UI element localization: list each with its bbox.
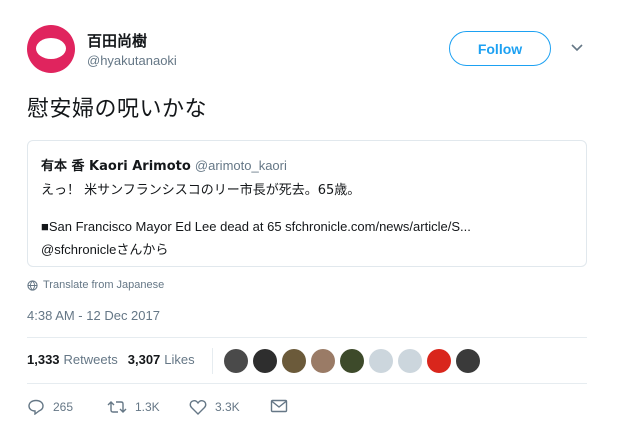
direct-message-button[interactable]: [270, 399, 288, 413]
author-avatar[interactable]: [27, 25, 75, 73]
liker-avatar-6[interactable]: [369, 349, 393, 373]
liker-avatar-8[interactable]: [427, 349, 451, 373]
divider: [27, 337, 587, 338]
translate-label: Translate from Japanese: [43, 279, 165, 291]
heart-icon: [189, 400, 207, 415]
translate-link[interactable]: Translate from Japanese: [27, 279, 164, 291]
globe-icon: [27, 279, 38, 291]
liker-avatar-3[interactable]: [282, 349, 306, 373]
retweets-label: Retweets: [63, 352, 118, 367]
stats-separator: [212, 348, 213, 374]
reply-icon: [28, 399, 44, 415]
quoted-text-line-2: ■San Francisco Mayor Ed Lee dead at 65 s…: [41, 219, 471, 234]
quoted-author-name: 有本 香 Kaori Arimoto: [41, 159, 191, 174]
liker-avatar-7[interactable]: [398, 349, 422, 373]
quoted-text-line-1: えっ！ 米サンフランシスコのリー市長が死去。65歳。: [41, 183, 361, 198]
quoted-source-suffix: さんから: [116, 243, 169, 258]
liker-avatar-2[interactable]: [253, 349, 277, 373]
avatar-logo: [36, 38, 66, 59]
quoted-text-line-3: @sfchronicleさんから: [41, 239, 168, 258]
likes-label: Likes: [164, 352, 195, 367]
quoted-author-handle: @arimoto_kaori: [194, 158, 287, 173]
tweet-text: 慰安婦の呪いかな: [27, 97, 208, 122]
liker-avatars: [224, 349, 480, 373]
liker-avatar-9[interactable]: [456, 349, 480, 373]
liker-avatar-1[interactable]: [224, 349, 248, 373]
reply-count: 265: [53, 400, 74, 414]
chevron-down-icon[interactable]: [569, 40, 585, 56]
retweet-icon: [107, 401, 127, 413]
divider: [27, 383, 587, 384]
quoted-tweet-header: 有本 香 Kaori Arimoto @arimoto_kaori: [41, 155, 287, 174]
like-count: 3.3K: [215, 400, 240, 414]
likes-count: 3,307: [127, 352, 161, 367]
quoted-tweet[interactable]: 有本 香 Kaori Arimoto @arimoto_kaori えっ！ 米サ…: [27, 140, 587, 267]
retweet-count: 1.3K: [135, 400, 160, 414]
likes-stat[interactable]: 3,307 Likes: [128, 352, 195, 367]
follow-button[interactable]: Follow: [449, 31, 551, 66]
retweet-button[interactable]: 1.3K: [107, 399, 160, 415]
like-button[interactable]: 3.3K: [189, 399, 240, 415]
tweet-timestamp[interactable]: 4:38 AM - 12 Dec 2017: [27, 308, 160, 323]
liker-avatar-4[interactable]: [311, 349, 335, 373]
reply-button[interactable]: 265: [27, 399, 73, 415]
envelope-icon: [270, 399, 288, 413]
author-name[interactable]: 百田尚樹: [87, 30, 147, 51]
retweets-count: 1,333: [27, 352, 60, 367]
author-handle[interactable]: @hyakutanaoki: [87, 53, 177, 68]
liker-avatar-5[interactable]: [340, 349, 364, 373]
retweets-stat[interactable]: 1,333 Retweets: [27, 352, 118, 367]
quoted-source-handle: @sfchronicle: [41, 242, 117, 257]
tweet-stats: 1,333 Retweets 3,307 Likes: [27, 352, 205, 367]
